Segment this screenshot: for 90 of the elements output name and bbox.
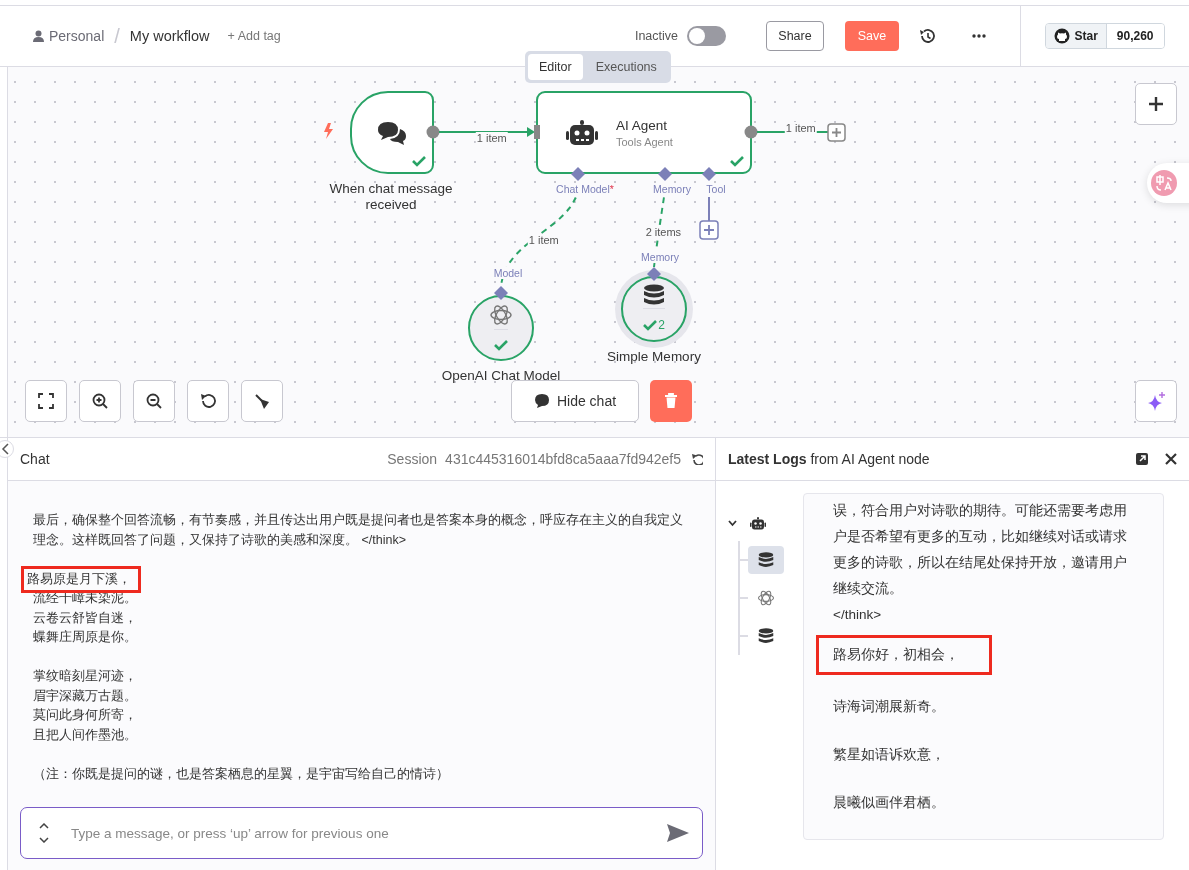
port-handle[interactable] xyxy=(658,167,672,181)
edge-label: 1 item xyxy=(784,122,817,134)
run-count: 2 xyxy=(658,317,665,332)
share-button[interactable]: Share xyxy=(766,21,824,51)
close-icon[interactable] xyxy=(1165,453,1177,465)
panel-title: Latest Logs from AI Agent node xyxy=(728,451,930,467)
view-tab[interactable]: Executions xyxy=(584,54,668,80)
database-icon xyxy=(758,552,774,568)
log-tree-item[interactable] xyxy=(748,546,784,574)
connection-line xyxy=(708,197,710,221)
port-handle[interactable] xyxy=(571,167,585,181)
trigger-node[interactable] xyxy=(350,91,434,174)
reset-zoom-button[interactable] xyxy=(187,380,229,422)
session-id: 431c445316014bfd8ca5aaa7fd942ef5 xyxy=(445,451,681,467)
add-node-button[interactable] xyxy=(1135,83,1177,125)
message-text: 掌纹暗刻星河迹， xyxy=(33,668,137,685)
edge-label: 1 item xyxy=(527,234,560,246)
port-label: Model xyxy=(493,267,523,279)
edge-label: 1 item xyxy=(475,132,508,144)
delete-button[interactable] xyxy=(650,380,692,422)
sparkle-icon xyxy=(1147,391,1165,411)
message-text: 且把人间作墨池。 xyxy=(33,726,137,744)
speech-bubble-icon xyxy=(533,393,550,409)
add-tool-button[interactable] xyxy=(699,220,719,240)
message-input[interactable]: Type a message, or press ‘up’ arrow for previous one xyxy=(69,824,647,842)
robot-icon xyxy=(566,119,598,146)
more-icon[interactable] xyxy=(972,34,986,38)
node-title: AI Agent xyxy=(616,117,669,133)
port-label: Memory xyxy=(653,183,691,195)
person-icon xyxy=(33,30,44,42)
zoom-to-fit-button[interactable] xyxy=(25,380,67,422)
workflow-name[interactable]: My workflow xyxy=(129,28,210,44)
breadcrumb-link[interactable]: Personal xyxy=(49,28,105,44)
add-tag-button[interactable]: + Add tag xyxy=(227,29,281,43)
history-arrows-icon[interactable] xyxy=(39,823,49,843)
node-label: Simple Memory xyxy=(606,349,702,365)
message-text: 眉宇深藏万古题。 xyxy=(33,687,137,705)
zoom-in-button[interactable] xyxy=(79,380,121,422)
log-text: 繁星如语诉欢意， xyxy=(833,746,945,764)
database-icon xyxy=(758,628,774,644)
session-label: Session xyxy=(387,451,438,467)
message-text: 蝶舞庄周原是你。 xyxy=(33,629,137,646)
agent-node[interactable]: AI Agent Tools Agent xyxy=(536,91,752,174)
open-external-icon[interactable] xyxy=(1135,452,1149,466)
translate-icon xyxy=(1151,170,1177,196)
zoom-to-fit-icon xyxy=(37,392,55,410)
reset-zoom-icon xyxy=(199,392,217,410)
hide-chat-button[interactable]: Hide chat xyxy=(511,380,639,422)
panel-title: Chat xyxy=(20,451,50,467)
lightning-icon xyxy=(323,123,333,139)
send-icon[interactable] xyxy=(667,824,689,842)
ai-assistant-button[interactable] xyxy=(1135,380,1177,422)
chat-bubbles-icon xyxy=(376,119,408,146)
log-text: </think> xyxy=(833,606,882,624)
port-handle[interactable] xyxy=(494,286,508,300)
port-label: Chat Model* xyxy=(556,183,614,195)
port-label: Memory xyxy=(641,251,679,263)
chevron-left-icon xyxy=(1,443,9,455)
message-text: 最后，确保整个回答流畅，有节奏感，并且传达出用户既是提问者也是答案本身的概念，呼应存在主义的自我定义理念。这样既回答了问题，又保持了诗歌的美感和深度。 </think> xyxy=(33,512,683,549)
input-handle[interactable] xyxy=(534,125,540,139)
reset-session-icon[interactable] xyxy=(691,453,703,465)
log-text: 诗海词潮展新奇。 xyxy=(833,698,945,716)
database-icon xyxy=(643,284,665,306)
zoom-out-icon xyxy=(145,392,163,410)
node-label: When chat message received xyxy=(328,181,454,213)
collapse-button[interactable] xyxy=(0,440,14,458)
log-text: 误，符合用户对诗歌的期待。可能还需要考虑用户是否希望有更多的互动，比如继续对话或请求更多的诗歌，所以在结尾处保持开放，邀请用户继续交流。 xyxy=(833,502,1128,598)
log-text: 晨曦似画伴君栖。 xyxy=(833,794,945,812)
node-subtitle: Tools Agent xyxy=(616,135,673,148)
message-field[interactable]: Type a message, or press ‘up’ arrow for previous one xyxy=(20,807,703,859)
trash-icon xyxy=(664,393,678,409)
edge-label: 2 items xyxy=(644,226,683,238)
port-handle[interactable] xyxy=(647,267,661,281)
plus-icon xyxy=(1148,96,1164,112)
active-label: Inactive xyxy=(634,29,678,43)
zoom-in-icon xyxy=(91,392,109,410)
active-toggle[interactable] xyxy=(687,26,726,46)
message-text: 云卷云舒皆自迷， xyxy=(33,609,137,627)
breadcrumb-separator: / xyxy=(114,24,120,48)
history-icon[interactable] xyxy=(919,27,936,45)
log-text: 路易你好，初相会， xyxy=(819,638,989,672)
github-star-button[interactable]: Star xyxy=(1046,24,1107,48)
zoom-out-button[interactable] xyxy=(133,380,175,422)
view-tab[interactable]: Editor xyxy=(528,54,583,80)
caret-icon[interactable] xyxy=(728,519,737,527)
port-label: Tool xyxy=(706,183,726,195)
message-text: （注：你既是提问的谜，也是答案栖息的星翼，是宇宙写给自己的情诗） xyxy=(33,765,449,783)
port-handle[interactable] xyxy=(702,167,716,181)
robot-icon xyxy=(750,516,766,530)
message-text: 莫问此身何所寄， xyxy=(33,707,137,724)
